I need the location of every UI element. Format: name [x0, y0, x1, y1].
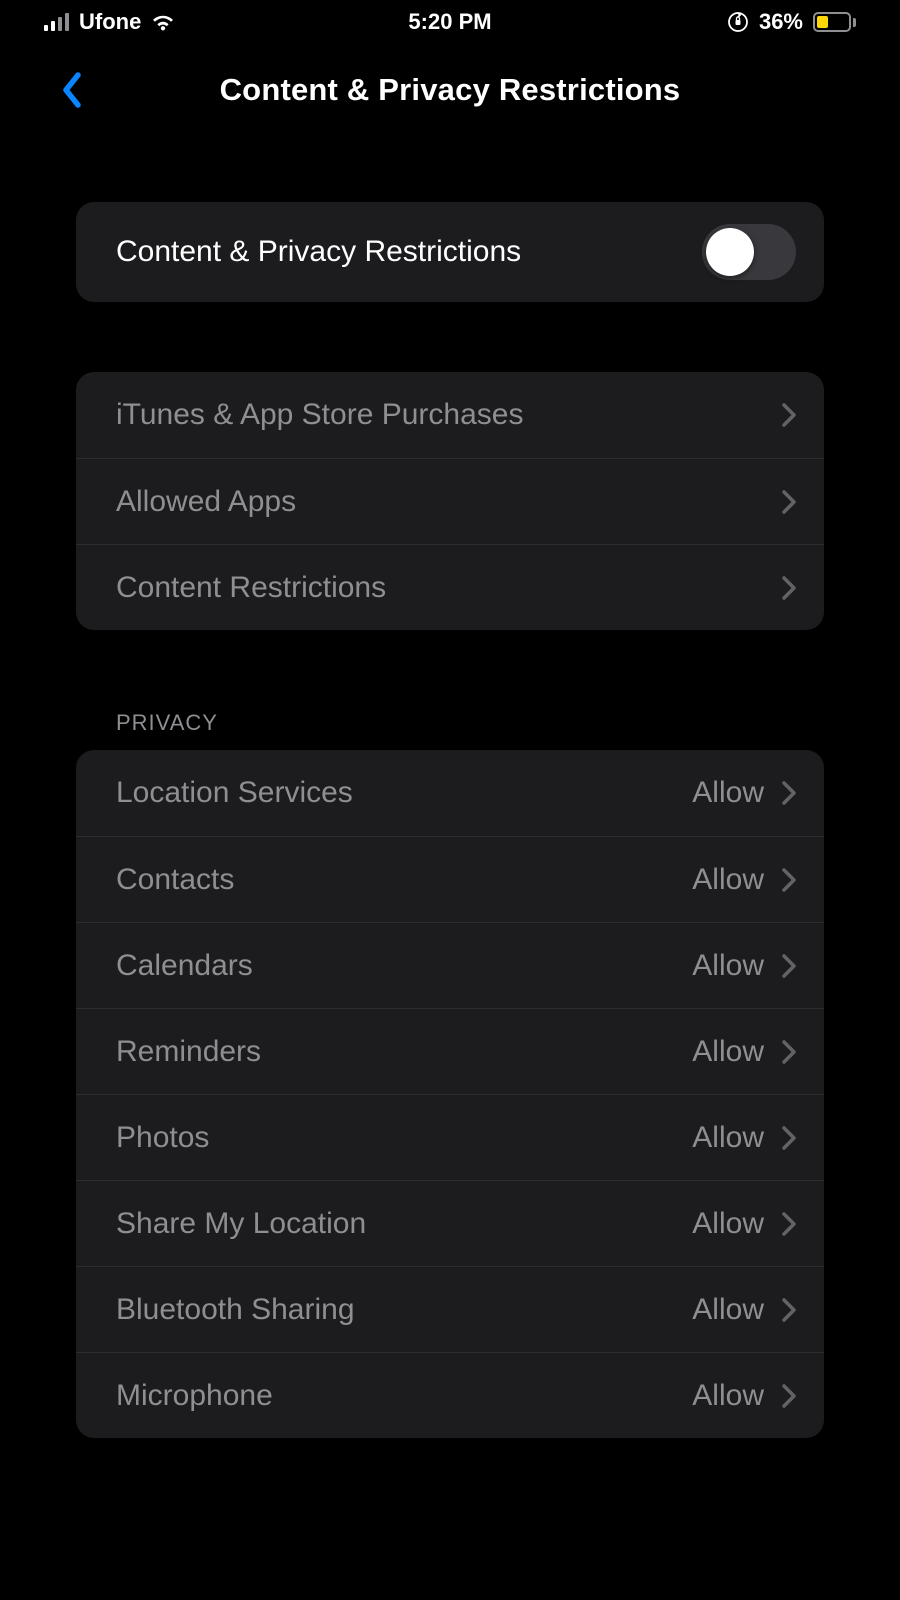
- row-value: Allow: [692, 1121, 764, 1155]
- row-location-services[interactable]: Location Services Allow: [76, 750, 824, 836]
- row-label: Allowed Apps: [116, 485, 296, 519]
- row-label: Photos: [116, 1121, 209, 1155]
- row-content-privacy-toggle[interactable]: Content & Privacy Restrictions: [76, 202, 824, 302]
- content-privacy-switch[interactable]: [702, 224, 796, 280]
- group-privacy: Location Services Allow Contacts Allow C…: [76, 750, 824, 1438]
- orientation-lock-icon: [727, 11, 749, 33]
- row-label: Bluetooth Sharing: [116, 1293, 355, 1327]
- row-label: Microphone: [116, 1379, 273, 1413]
- chevron-right-icon: [782, 1298, 796, 1322]
- battery-icon: [813, 12, 856, 32]
- toggle-knob: [706, 228, 754, 276]
- status-left: Ufone: [44, 9, 175, 35]
- row-value: Allow: [692, 1035, 764, 1069]
- back-button[interactable]: [54, 68, 88, 112]
- row-value: Allow: [692, 1379, 764, 1413]
- nav-header: Content & Privacy Restrictions: [36, 58, 864, 122]
- cellular-signal-icon: [44, 13, 69, 31]
- row-bluetooth-sharing[interactable]: Bluetooth Sharing Allow: [76, 1266, 824, 1352]
- chevron-right-icon: [782, 576, 796, 600]
- row-microphone[interactable]: Microphone Allow: [76, 1352, 824, 1438]
- row-label: Location Services: [116, 776, 353, 810]
- row-label: Share My Location: [116, 1207, 366, 1241]
- chevron-right-icon: [782, 868, 796, 892]
- row-value: Allow: [692, 1293, 764, 1327]
- row-label: Calendars: [116, 949, 253, 983]
- chevron-right-icon: [782, 1126, 796, 1150]
- row-label: Content Restrictions: [116, 571, 386, 605]
- chevron-right-icon: [782, 490, 796, 514]
- row-value: Allow: [692, 1207, 764, 1241]
- group-content-settings: iTunes & App Store Purchases Allowed App…: [76, 372, 824, 630]
- carrier-label: Ufone: [79, 9, 141, 35]
- chevron-right-icon: [782, 1040, 796, 1064]
- row-value: Allow: [692, 863, 764, 897]
- row-value: Allow: [692, 776, 764, 810]
- page-title: Content & Privacy Restrictions: [220, 72, 681, 108]
- row-calendars[interactable]: Calendars Allow: [76, 922, 824, 1008]
- wifi-icon: [151, 13, 175, 31]
- chevron-right-icon: [782, 954, 796, 978]
- row-value: Allow: [692, 949, 764, 983]
- row-content-restrictions[interactable]: Content Restrictions: [76, 544, 824, 630]
- status-right: 36%: [727, 9, 856, 35]
- row-reminders[interactable]: Reminders Allow: [76, 1008, 824, 1094]
- row-label: iTunes & App Store Purchases: [116, 398, 523, 432]
- row-itunes-appstore[interactable]: iTunes & App Store Purchases: [76, 372, 824, 458]
- chevron-right-icon: [782, 1384, 796, 1408]
- row-label: Reminders: [116, 1035, 261, 1069]
- status-time: 5:20 PM: [408, 9, 491, 35]
- toggle-label: Content & Privacy Restrictions: [116, 235, 521, 269]
- group-main-toggle: Content & Privacy Restrictions: [76, 202, 824, 302]
- row-contacts[interactable]: Contacts Allow: [76, 836, 824, 922]
- chevron-right-icon: [782, 403, 796, 427]
- chevron-right-icon: [782, 1212, 796, 1236]
- battery-percent: 36%: [759, 9, 803, 35]
- section-header-privacy: PRIVACY: [76, 710, 824, 750]
- row-share-my-location[interactable]: Share My Location Allow: [76, 1180, 824, 1266]
- row-allowed-apps[interactable]: Allowed Apps: [76, 458, 824, 544]
- row-photos[interactable]: Photos Allow: [76, 1094, 824, 1180]
- status-bar: Ufone 5:20 PM 36%: [36, 0, 864, 44]
- chevron-right-icon: [782, 781, 796, 805]
- row-label: Contacts: [116, 863, 234, 897]
